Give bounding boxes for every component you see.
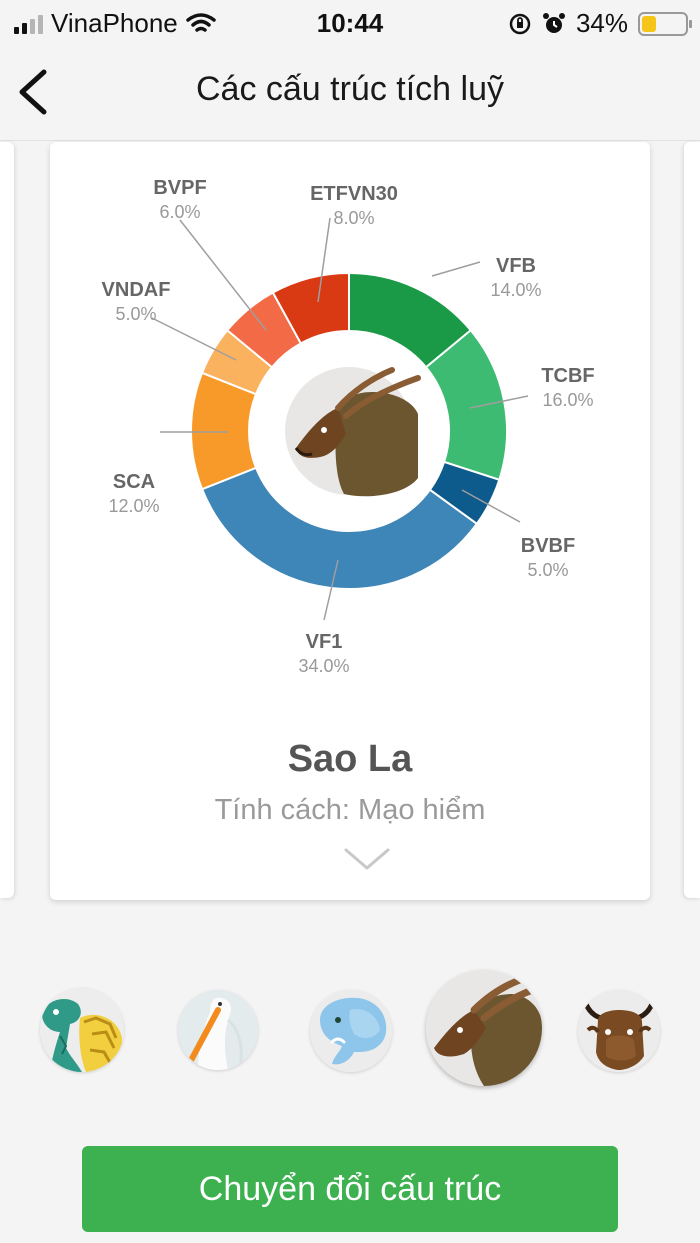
turtle-icon [40, 988, 124, 1072]
avatar-turtle[interactable] [40, 988, 124, 1072]
saola-icon [426, 970, 542, 1086]
leader-line-bvpf [179, 219, 267, 331]
slice-label-sca: SCA [113, 471, 155, 493]
slice-value-tcbf: 16.0% [542, 390, 593, 410]
expand-details-button[interactable] [342, 844, 392, 874]
elephant-icon [310, 990, 392, 1072]
chevron-down-icon [344, 848, 390, 870]
slice-label-vf1: VF1 [306, 631, 343, 653]
avatar-saola-selected[interactable] [426, 970, 542, 1086]
stork-icon [178, 990, 258, 1070]
slice-label-bvpf: BVPF [153, 177, 206, 199]
avatar-elephant[interactable] [310, 990, 392, 1072]
slice-label-vndaf: VNDAF [102, 279, 171, 301]
avatar-buffalo[interactable] [578, 990, 660, 1072]
saola-center-avatar [285, 367, 421, 497]
slice-label-etfvn30: ETFVN30 [310, 183, 398, 205]
allocation-donut-chart: VFB 14.0% TCBF 16.0% BVBF 5.0% VF1 34.0% SCA 12.0… [102, 177, 595, 676]
structure-name: Sao La [287, 738, 413, 780]
leader-line-vfb [431, 261, 481, 277]
slice-label-bvbf: BVBF [521, 535, 575, 557]
slice-value-bvpf: 6.0% [159, 202, 200, 222]
slice-label-tcbf: TCBF [541, 365, 594, 387]
switch-structure-button[interactable]: Chuyển đổi cấu trúc [82, 1146, 618, 1232]
slice-value-sca: 12.0% [108, 496, 159, 516]
buffalo-icon [578, 990, 660, 1072]
avatar-stork[interactable] [178, 990, 258, 1070]
personality-label: Tính cách: Mạo hiểm [214, 794, 486, 826]
slice-value-vndaf: 5.0% [115, 304, 156, 324]
slice-value-vfb: 14.0% [490, 280, 541, 300]
slice-value-bvbf: 5.0% [527, 560, 568, 580]
slice-value-vf1: 34.0% [298, 656, 349, 676]
slice-label-vfb: VFB [496, 255, 536, 277]
slice-value-etfvn30: 8.0% [333, 208, 374, 228]
